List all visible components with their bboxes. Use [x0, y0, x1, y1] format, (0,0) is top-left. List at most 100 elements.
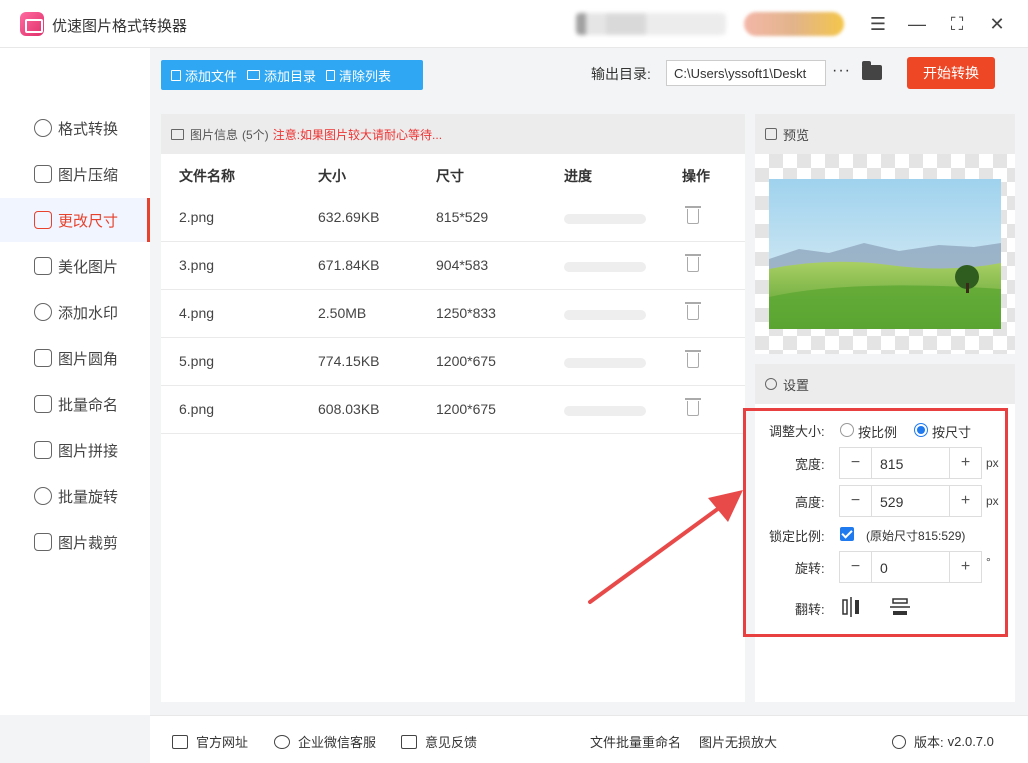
- table-row[interactable]: 3.png 671.84KB 904*583: [161, 242, 745, 290]
- sidebar-item-label: 图片圆角: [58, 350, 119, 368]
- feedback-link[interactable]: 意见反馈: [401, 732, 477, 751]
- progress-bar: [564, 214, 646, 224]
- website-label: 官方网址: [196, 735, 249, 750]
- file-dimensions: 1200*675: [436, 401, 496, 417]
- wechat-label: 企业微信客服: [298, 735, 377, 750]
- preview-panel: 预览: [755, 114, 1015, 354]
- file-dimensions: 904*583: [436, 257, 489, 273]
- version-info[interactable]: 版本: v2.0.7.0: [892, 732, 994, 751]
- toolbar-buttons: 添加文件 添加目录 清除列表: [161, 60, 423, 90]
- file-icon: [171, 69, 181, 81]
- rotate-icon: [34, 487, 52, 505]
- add-folder-button[interactable]: 添加目录: [237, 66, 316, 85]
- camera-icon: [765, 128, 777, 140]
- app-logo-icon: [20, 12, 44, 36]
- close-icon[interactable]: ✕: [983, 10, 1011, 38]
- wechat-support-link[interactable]: 企业微信客服: [274, 732, 376, 751]
- progress-bar: [564, 310, 646, 320]
- version-value: v2.0.7.0: [947, 734, 994, 749]
- file-list-title: 图片信息: [190, 127, 239, 142]
- open-folder-icon[interactable]: [862, 61, 882, 80]
- progress-bar: [564, 262, 646, 272]
- footer: 官方网址 企业微信客服 意见反馈 文件批量重命名 图片无损放大 版本: v2.0…: [150, 715, 1028, 763]
- progress-bar: [564, 358, 646, 368]
- file-name: 4.png: [179, 305, 215, 321]
- sidebar-item-label: 图片裁剪: [58, 534, 119, 552]
- beautify-icon: [34, 257, 52, 275]
- file-list-panel: 图片信息 (5个) 注意:如果图片较大请耐心等待... 文件名称 大小 尺寸 进…: [161, 114, 745, 702]
- sidebar-item-crop[interactable]: 图片裁剪: [0, 520, 150, 564]
- delete-icon[interactable]: [685, 302, 701, 320]
- website-icon: [172, 734, 188, 749]
- chat-icon: [274, 734, 290, 749]
- file-list-header: 图片信息 (5个) 注意:如果图片较大请耐心等待...: [161, 114, 745, 154]
- sidebar-item-rounded-corner[interactable]: 图片圆角: [0, 336, 150, 380]
- sidebar-item-label: 批量命名: [58, 396, 119, 414]
- feedback-label: 意见反馈: [425, 735, 478, 750]
- delete-icon[interactable]: [685, 350, 701, 368]
- sidebar-item-compress[interactable]: 图片压缩: [0, 152, 150, 196]
- table-row[interactable]: 6.png 608.03KB 1200*675: [161, 386, 745, 434]
- more-options-button[interactable]: ···: [832, 62, 851, 80]
- sidebar-item-batch-rotate[interactable]: 批量旋转: [0, 474, 150, 518]
- lossless-zoom-link[interactable]: 图片无损放大: [699, 732, 777, 751]
- progress-bar: [564, 406, 646, 416]
- file-name: 2.png: [179, 209, 215, 225]
- delete-icon[interactable]: [685, 254, 701, 272]
- delete-icon[interactable]: [685, 206, 701, 224]
- file-size: 774.15KB: [318, 353, 380, 369]
- table-row[interactable]: 5.png 774.15KB 1200*675: [161, 338, 745, 386]
- settings-header: 设置: [755, 364, 1015, 404]
- folder-outline-icon: [247, 70, 261, 80]
- sidebar-item-stitch[interactable]: 图片拼接: [0, 428, 150, 472]
- sidebar-item-batch-rename[interactable]: 批量命名: [0, 382, 150, 426]
- table-row[interactable]: 2.png 632.69KB 815*529: [161, 194, 745, 242]
- file-name: 5.png: [179, 353, 215, 369]
- gear-icon: [765, 378, 777, 390]
- sidebar-item-format-convert[interactable]: 格式转换: [0, 106, 150, 150]
- file-size: 632.69KB: [318, 209, 380, 225]
- sidebar-item-label: 美化图片: [58, 258, 119, 276]
- preview-header: 预览: [755, 114, 1015, 154]
- feedback-icon: [401, 734, 417, 749]
- rename-icon: [34, 395, 52, 413]
- refresh-icon: [892, 734, 906, 749]
- highlight-box: [743, 408, 1008, 637]
- app-title: 优速图片格式转换器: [52, 18, 188, 35]
- crop-icon: [34, 533, 52, 551]
- sidebar-item-watermark[interactable]: 添加水印: [0, 290, 150, 334]
- preview-image: [769, 179, 1001, 329]
- website-link[interactable]: 官方网址: [172, 732, 248, 751]
- file-dimensions: 1200*675: [436, 353, 496, 369]
- file-name: 3.png: [179, 257, 215, 273]
- start-convert-button[interactable]: 开始转换: [907, 57, 995, 89]
- trash-small-icon: [326, 69, 336, 81]
- clear-list-button[interactable]: 清除列表: [316, 66, 391, 85]
- minimize-icon[interactable]: —: [903, 10, 931, 38]
- batch-rename-link[interactable]: 文件批量重命名: [590, 732, 681, 751]
- sidebar-item-resize[interactable]: 更改尺寸: [0, 198, 150, 242]
- rounded-corner-icon: [34, 349, 52, 367]
- table-row[interactable]: 4.png 2.50MB 1250*833: [161, 290, 745, 338]
- vip-badge-blurred[interactable]: [744, 12, 844, 36]
- preview-title: 预览: [783, 127, 810, 143]
- sidebar-item-beautify[interactable]: 美化图片: [0, 244, 150, 288]
- user-account-blurred[interactable]: [576, 13, 726, 35]
- sidebar: 格式转换 图片压缩 更改尺寸 美化图片 添加水印 图片圆角 批量命名 图片拼接 …: [0, 48, 150, 715]
- file-dimensions: 815*529: [436, 209, 489, 225]
- maximize-icon[interactable]: ⛶: [943, 10, 971, 38]
- output-dir-input[interactable]: C:\Users\yssoft1\Deskt: [666, 60, 826, 86]
- sidebar-item-label: 添加水印: [58, 304, 119, 322]
- compress-icon: [34, 165, 52, 183]
- clear-list-label: 清除列表: [339, 68, 392, 84]
- watermark-icon: [34, 303, 52, 321]
- annotation-arrow: [588, 490, 743, 604]
- menu-icon[interactable]: ☰: [864, 10, 892, 38]
- column-dimensions: 尺寸: [436, 168, 464, 184]
- add-file-button[interactable]: 添加文件: [161, 66, 237, 85]
- file-size: 2.50MB: [318, 305, 367, 321]
- file-size: 608.03KB: [318, 401, 380, 417]
- column-actions: 操作: [682, 168, 710, 184]
- sidebar-item-label: 格式转换: [58, 120, 119, 138]
- delete-icon[interactable]: [685, 398, 701, 416]
